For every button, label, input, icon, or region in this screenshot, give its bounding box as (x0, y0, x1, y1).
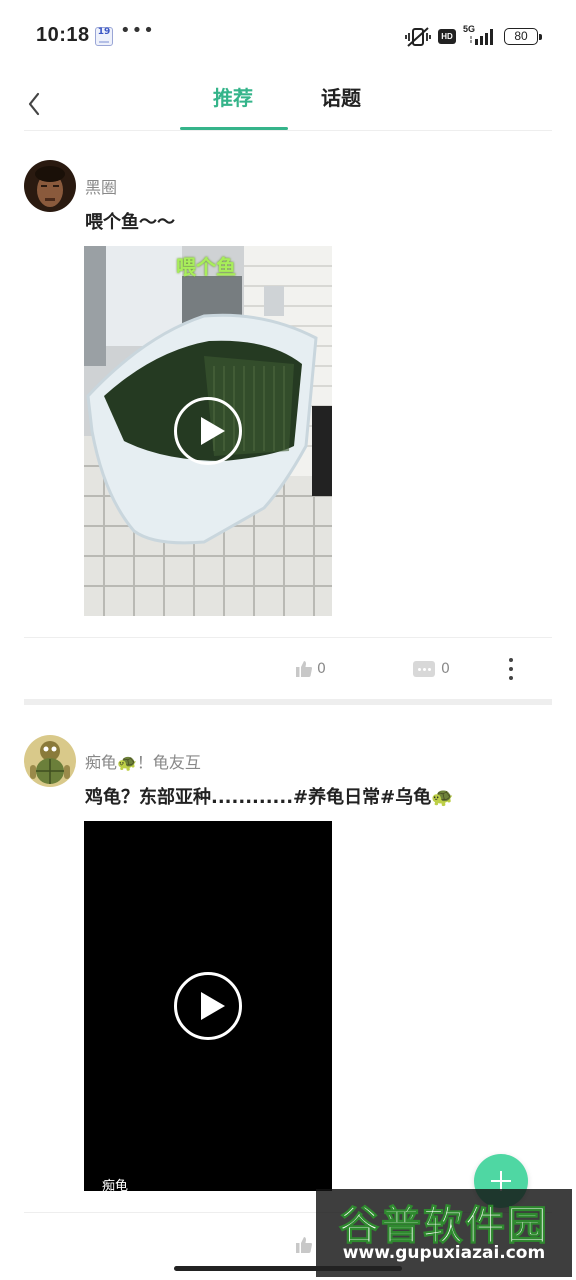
post-username[interactable]: 痴龟🐢！龟友互 (85, 749, 201, 773)
post-video[interactable]: 痴龟 (84, 821, 332, 1191)
comment-icon[interactable] (413, 661, 435, 677)
hd-badge: HD (438, 29, 456, 44)
video-watermark: 痴龟 (102, 1179, 129, 1191)
post-divider (24, 637, 552, 638)
video-caption: 喂个鱼 (176, 255, 236, 279)
tab-topic[interactable]: 话题 (321, 82, 361, 111)
section-divider (24, 699, 552, 705)
post-video[interactable]: 喂个鱼 (84, 246, 332, 616)
vibrate-mute-icon (405, 27, 431, 47)
top-nav: 推荐 话题 (0, 72, 576, 132)
play-icon[interactable] (174, 972, 242, 1040)
watermark-url: www.gupuxiazai.com (342, 1243, 546, 1263)
like-count: 0 (317, 661, 326, 677)
more-icon[interactable] (508, 658, 514, 680)
comment-count: 0 (441, 661, 450, 677)
battery-indicator: 80 (504, 28, 542, 45)
avatar[interactable] (24, 160, 76, 212)
header-divider (24, 130, 552, 131)
signal-icon (470, 29, 493, 45)
post-text[interactable]: 鸡龟？东部亚种............#养龟日常#乌龟🐢 (85, 783, 454, 809)
tab-recommend[interactable]: 推荐 (213, 82, 253, 111)
calendar-icon: 19 (95, 27, 113, 46)
status-time: 10:18 (36, 24, 90, 46)
back-chevron-icon[interactable] (20, 84, 50, 124)
status-bar: 10:18 19 ••• HD 5G 80 (0, 0, 576, 72)
like-icon[interactable] (296, 1237, 312, 1253)
play-icon[interactable] (174, 397, 242, 465)
post-username[interactable]: 黑圈 (85, 174, 117, 198)
avatar[interactable] (24, 735, 76, 787)
more-notifications-dots: ••• (120, 20, 155, 41)
home-indicator[interactable] (174, 1266, 402, 1271)
calendar-day: 19 (97, 27, 111, 37)
like-icon[interactable] (296, 661, 312, 677)
site-watermark: 谷普软件园 www.gupuxiazai.com (316, 1189, 572, 1277)
post-text[interactable]: 喂个鱼～～ (85, 208, 175, 234)
